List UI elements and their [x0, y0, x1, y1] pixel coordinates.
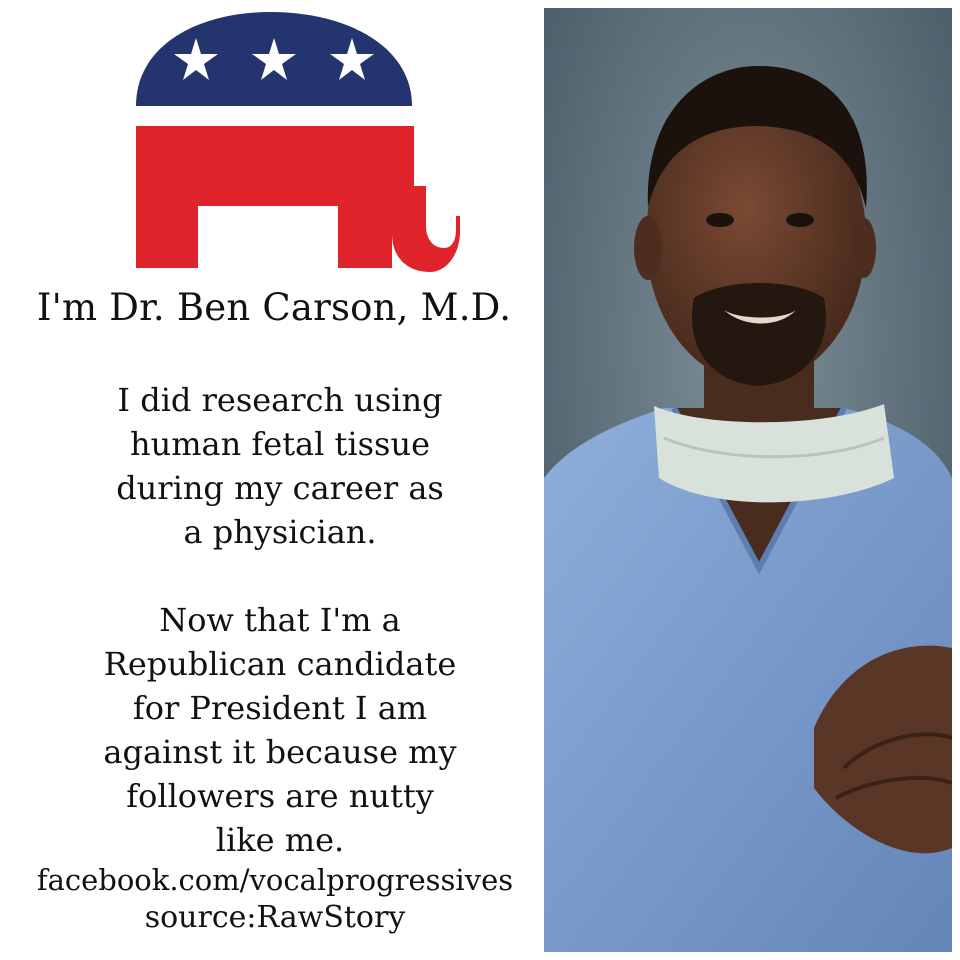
paragraph-candidate: Now that I'm a Republican candidate for …	[103, 601, 457, 859]
paragraph-research: I did research using human fetal tissue …	[116, 381, 444, 551]
republican-elephant-icon	[130, 8, 470, 278]
meme-text-panel: I'm Dr. Ben Carson, M.D. I did research …	[0, 0, 540, 960]
portrait-photo	[544, 8, 952, 952]
meme-body: I did research using human fetal tissue …	[30, 378, 530, 862]
headline: I'm Dr. Ben Carson, M.D.	[36, 286, 512, 329]
source-credit: source:RawStory	[144, 900, 406, 935]
facebook-link[interactable]: facebook.com/vocalprogressives	[0, 862, 550, 898]
